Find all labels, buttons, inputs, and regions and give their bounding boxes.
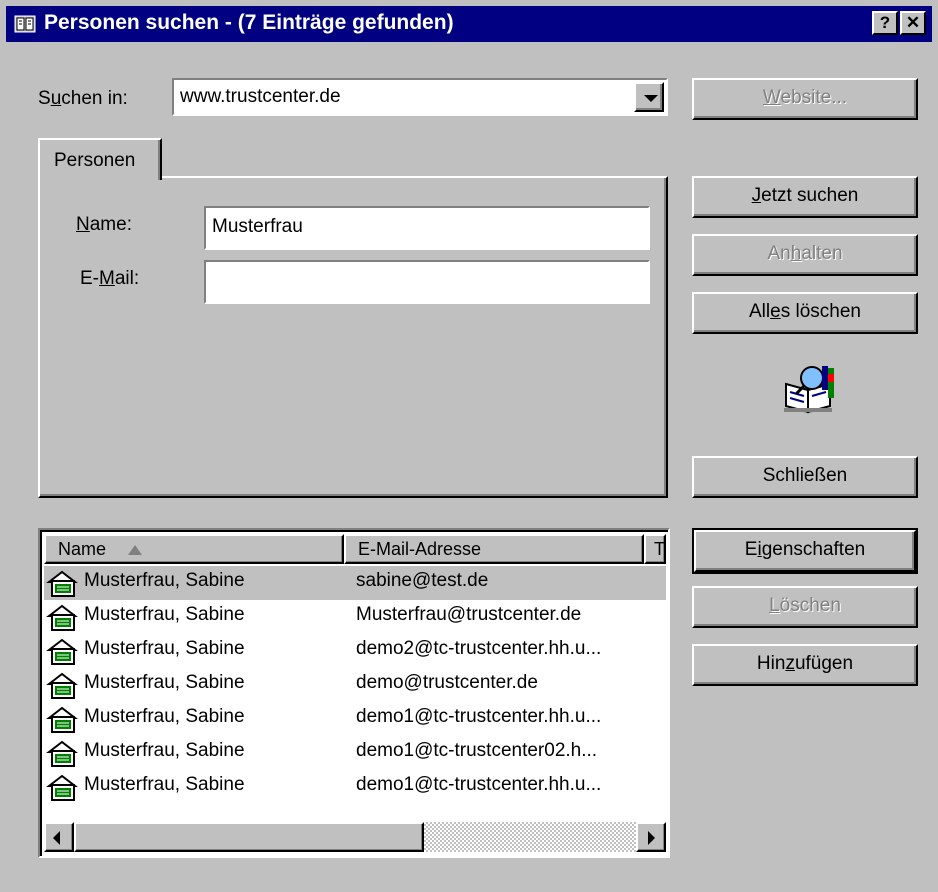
address-book-icon[interactable]: [14, 14, 36, 34]
window-title: Personen suchen - (7 Einträge gefunden): [44, 11, 454, 34]
results-list[interactable]: Name E-Mail-Adresse T Musterfrau, Sabine…: [38, 528, 670, 858]
close-button[interactable]: ✕: [900, 11, 926, 35]
row-name: Musterfrau, Sabine: [84, 604, 245, 625]
table-row[interactable]: Musterfrau, Sabine Musterfrau@trustcente…: [44, 600, 666, 634]
stop-button[interactable]: Anhalten: [692, 234, 918, 276]
row-email: demo@trustcenter.de: [356, 672, 538, 693]
scroll-left-button[interactable]: [44, 822, 74, 852]
row-name: Musterfrau, Sabine: [84, 638, 245, 659]
contact-card-icon: [46, 672, 78, 699]
contact-card-icon: [46, 570, 78, 597]
email-label: E-Mail:: [80, 268, 140, 289]
contact-card-icon: [46, 638, 78, 665]
close-dialog-button[interactable]: Schließen: [692, 456, 918, 498]
table-row[interactable]: Musterfrau, Sabine demo@trustcenter.de: [44, 668, 666, 702]
sort-ascending-icon: [128, 545, 143, 556]
find-people-dialog: Personen suchen - (7 Einträge gefunden) …: [0, 0, 938, 892]
row-email: demo1@tc-trustcenter.hh.u...: [356, 774, 602, 795]
table-row[interactable]: Musterfrau, Sabine demo2@tc-trustcenter.…: [44, 634, 666, 668]
row-name: Musterfrau, Sabine: [84, 672, 245, 693]
table-row[interactable]: Musterfrau, Sabine demo1@tc-trustcenter.…: [44, 770, 666, 804]
email-field[interactable]: [204, 260, 650, 304]
search-in-dropdown[interactable]: www.trustcenter.de: [172, 78, 668, 116]
contact-card-icon: [46, 774, 78, 801]
chevron-down-icon[interactable]: [634, 82, 664, 112]
column-header-t[interactable]: T: [644, 534, 666, 564]
row-email: demo2@tc-trustcenter.hh.u...: [356, 638, 602, 659]
contact-card-icon: [46, 740, 78, 767]
row-name: Musterfrau, Sabine: [84, 740, 245, 761]
scroll-right-button[interactable]: [636, 822, 666, 852]
book-magnifier-icon: [784, 366, 834, 414]
name-field[interactable]: Musterfrau: [204, 206, 650, 250]
row-email: Musterfrau@trustcenter.de: [356, 604, 582, 625]
row-email: demo1@tc-trustcenter.hh.u...: [356, 706, 602, 727]
horizontal-scrollbar[interactable]: [44, 822, 666, 852]
contact-card-icon: [46, 604, 78, 631]
search-in-label: Suchen in:: [38, 88, 128, 109]
website-button[interactable]: Website...: [692, 78, 918, 120]
contact-card-icon: [46, 706, 78, 733]
row-name: Musterfrau, Sabine: [84, 706, 245, 727]
name-field-value: Musterfrau: [212, 216, 303, 237]
table-row[interactable]: Musterfrau, Sabine sabine@test.de: [44, 566, 666, 600]
help-button[interactable]: ?: [872, 11, 898, 35]
arrow-left-icon: [53, 831, 60, 845]
properties-button[interactable]: Eigenschaften: [692, 528, 918, 574]
row-name: Musterfrau, Sabine: [84, 570, 245, 591]
row-email: sabine@test.de: [356, 570, 489, 591]
table-row[interactable]: Musterfrau, Sabine demo1@tc-trustcenter0…: [44, 736, 666, 770]
tab-personen[interactable]: Personen: [38, 138, 162, 180]
scrollbar-thumb[interactable]: [74, 822, 424, 852]
search-now-button[interactable]: Jetzt suchen: [692, 176, 918, 218]
scrollbar-track[interactable]: [424, 822, 636, 852]
title-bar: Personen suchen - (7 Einträge gefunden) …: [6, 6, 932, 42]
tab-personen-label: Personen: [54, 150, 136, 171]
row-name: Musterfrau, Sabine: [84, 774, 245, 795]
table-row[interactable]: Musterfrau, Sabine demo1@tc-trustcenter.…: [44, 702, 666, 736]
arrow-right-icon: [648, 831, 655, 845]
search-in-value: www.trustcenter.de: [180, 86, 341, 107]
add-button[interactable]: Hinzufügen: [692, 644, 918, 686]
column-header-name[interactable]: Name: [44, 534, 344, 564]
name-label: Name:: [76, 214, 132, 235]
column-header-email[interactable]: E-Mail-Adresse: [344, 534, 644, 564]
row-email: demo1@tc-trustcenter02.h...: [356, 740, 598, 761]
delete-button[interactable]: Löschen: [692, 586, 918, 628]
clear-all-button[interactable]: Alles löschen: [692, 292, 918, 334]
